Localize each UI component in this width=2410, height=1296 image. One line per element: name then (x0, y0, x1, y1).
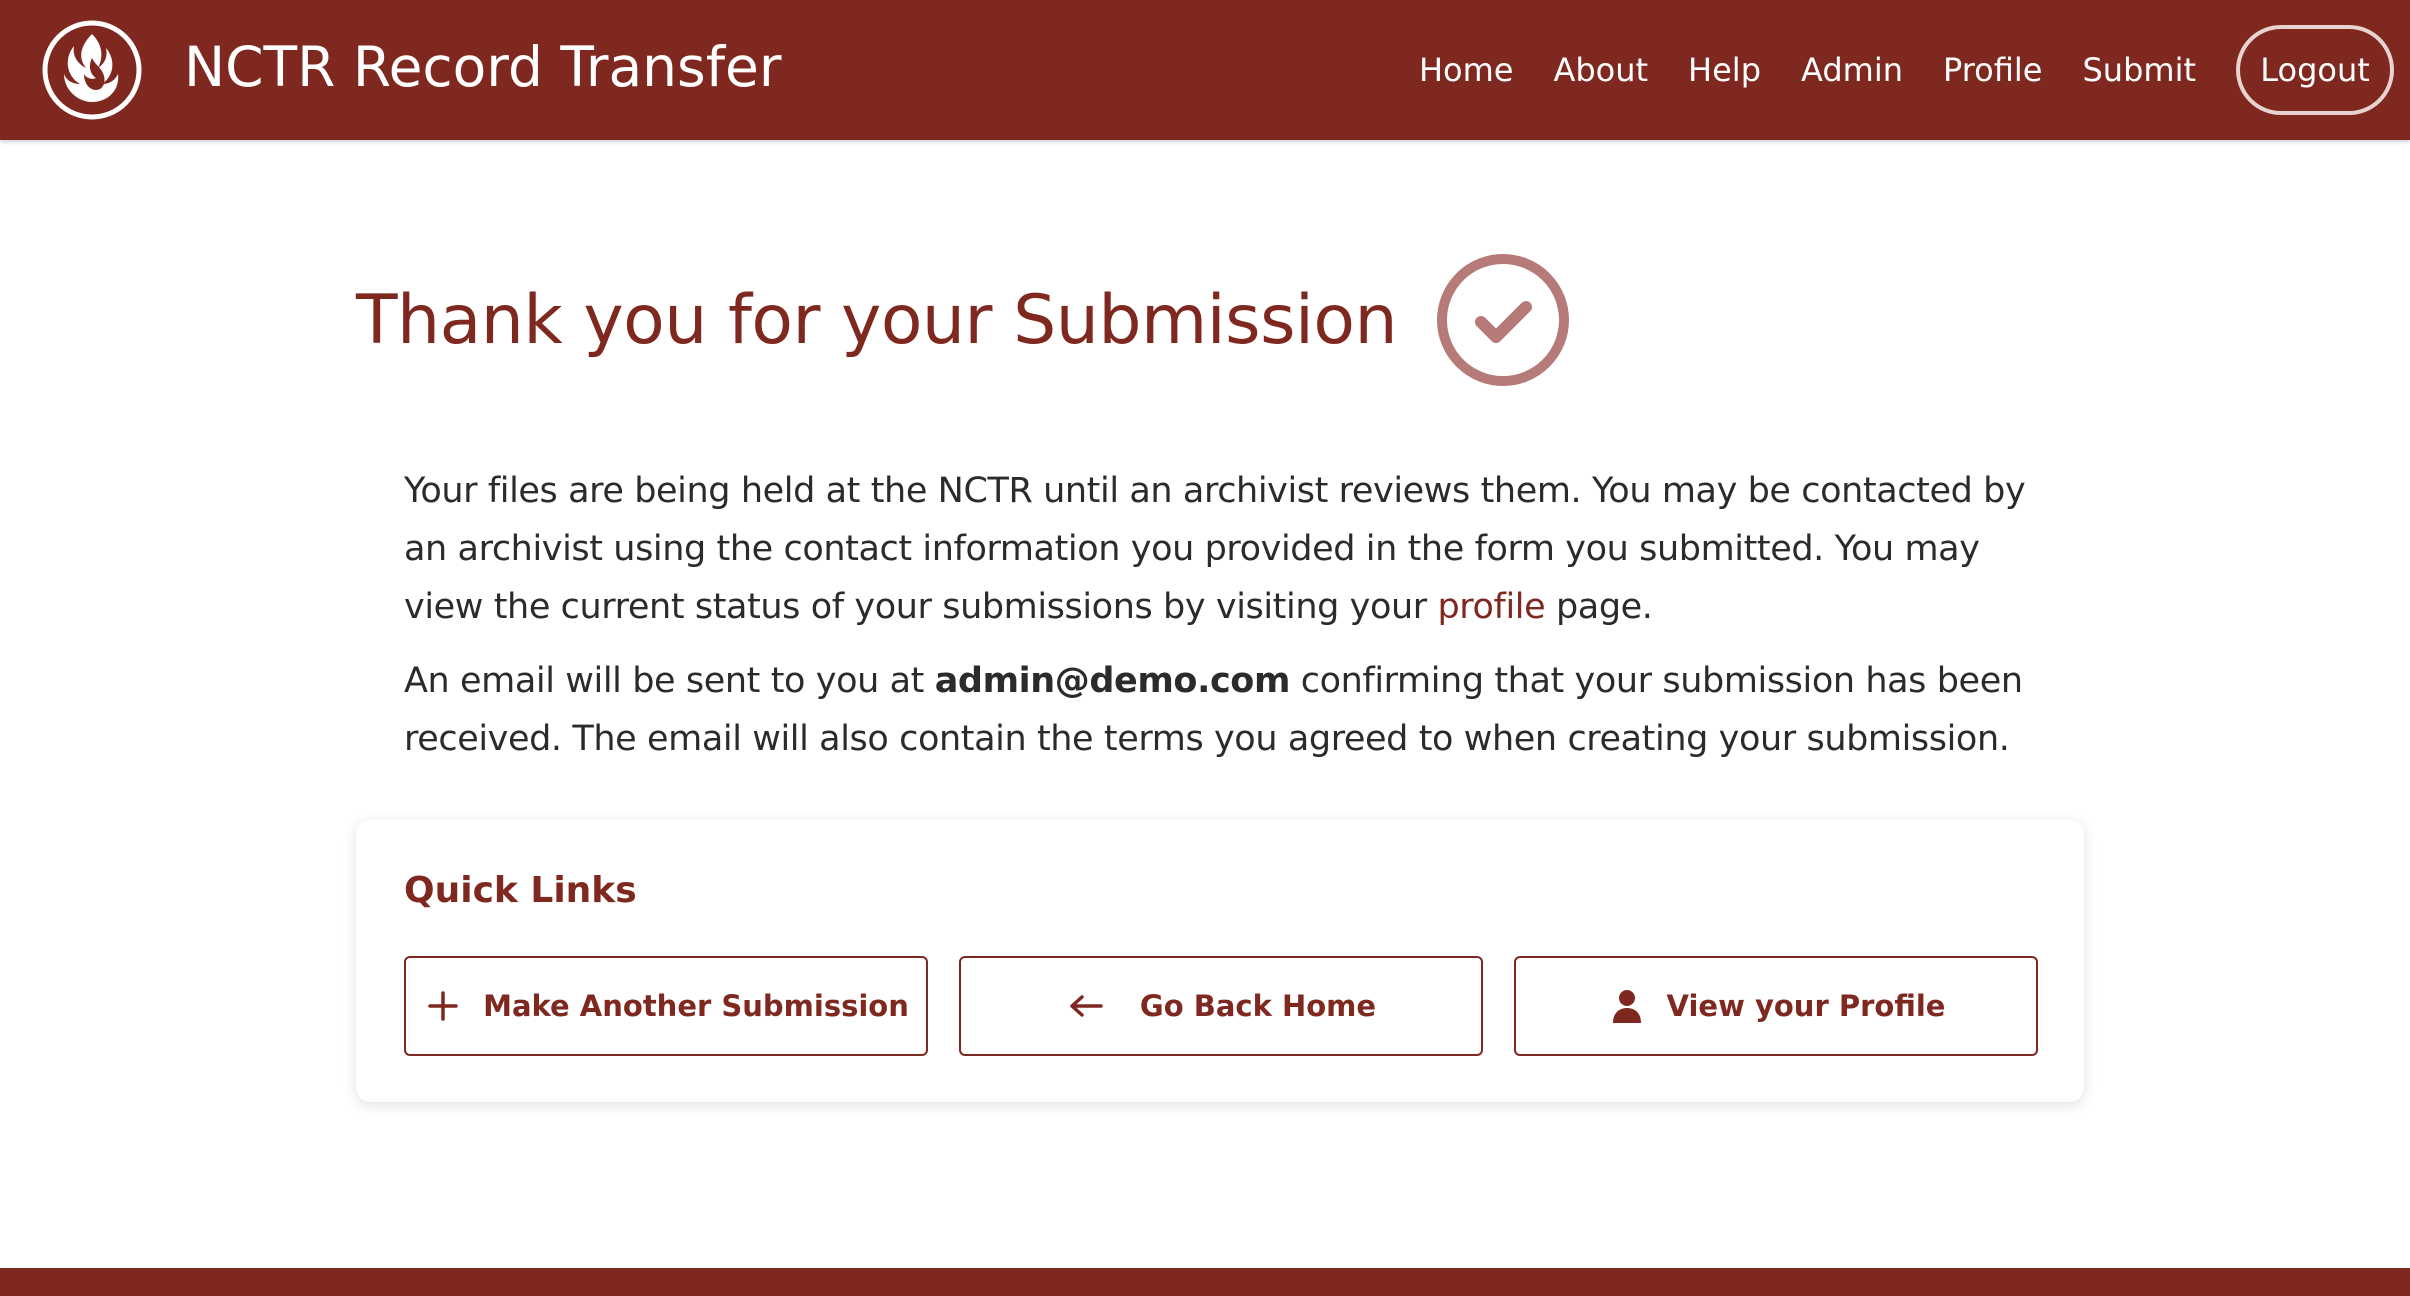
nav-home[interactable]: Home (1419, 51, 1514, 89)
site-title[interactable]: NCTR Record Transfer (184, 0, 782, 140)
view-profile-label: View your Profile (1666, 989, 1946, 1023)
nav-admin[interactable]: Admin (1801, 51, 1903, 89)
email-paragraph: An email will be sent to you at admin@de… (404, 652, 2044, 768)
quick-links-title: Quick Links (404, 870, 637, 911)
flame-logo-icon[interactable] (40, 18, 144, 122)
footer-bar (0, 1268, 2410, 1296)
email-text: An email will be sent to you at (404, 661, 935, 701)
make-another-submission-label: Make Another Submission (483, 989, 909, 1023)
main-nav: Home About Help Admin Profile Submit Log… (1419, 0, 2394, 140)
email-address: admin@demo.com (934, 661, 1291, 701)
profile-link[interactable]: profile (1437, 587, 1545, 627)
status-paragraph: Your files are being held at the NCTR un… (404, 462, 2044, 636)
plus-icon (423, 986, 463, 1026)
status-text-end: page. (1545, 587, 1653, 627)
confirmation-text: Your files are being held at the NCTR un… (404, 462, 2044, 784)
status-text: Your files are being held at the NCTR un… (404, 471, 2026, 627)
nav-about[interactable]: About (1553, 51, 1648, 89)
page-title: Thank you for your Submission (356, 280, 1398, 360)
user-icon (1607, 986, 1647, 1026)
go-back-home-button[interactable]: Go Back Home (959, 956, 1483, 1056)
make-another-submission-button[interactable]: Make Another Submission (404, 956, 928, 1056)
go-back-home-label: Go Back Home (1139, 989, 1377, 1023)
logout-button[interactable]: Logout (2236, 25, 2394, 115)
top-navbar: NCTR Record Transfer Home About Help Adm… (0, 0, 2410, 140)
nav-profile[interactable]: Profile (1943, 51, 2043, 89)
view-profile-button[interactable]: View your Profile (1514, 956, 2038, 1056)
hero: Thank you for your Submission (356, 252, 1571, 388)
arrow-left-icon (1066, 986, 1106, 1026)
nav-submit[interactable]: Submit (2082, 51, 2196, 89)
nav-help[interactable]: Help (1688, 51, 1761, 89)
quick-links-card: Quick Links Make Another Submission Go B… (356, 820, 2084, 1102)
quick-links-buttons: Make Another Submission Go Back Home Vie… (404, 956, 2038, 1056)
check-circle-icon (1435, 252, 1571, 388)
